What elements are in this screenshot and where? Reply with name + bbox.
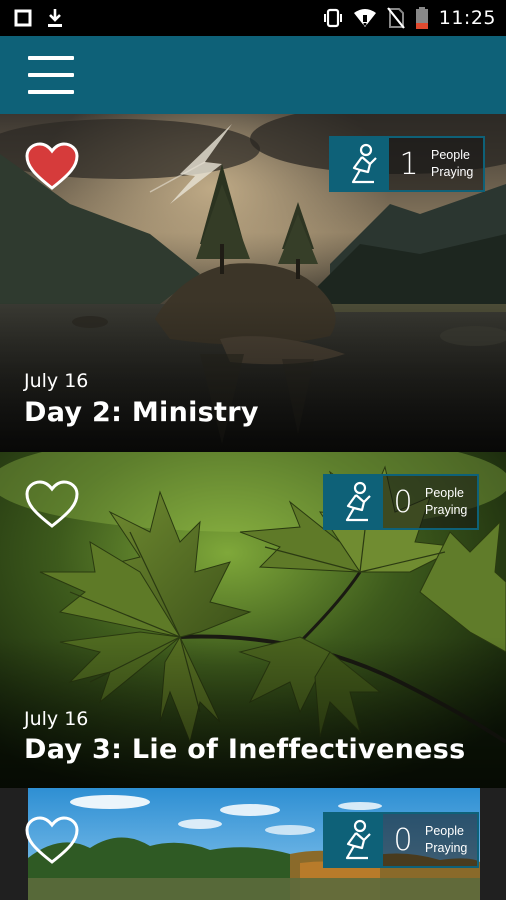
praying-person-icon	[325, 814, 383, 866]
clock: 11:25	[438, 7, 496, 29]
wifi-icon	[353, 9, 376, 27]
favorite-heart-icon[interactable]	[24, 142, 80, 192]
no-sim-icon	[386, 7, 405, 29]
praying-label: People Praying	[425, 824, 468, 855]
devotion-title: Day 2: Ministry	[24, 397, 259, 428]
square-notification-icon	[14, 9, 32, 27]
devotion-title: Day 3: Lie of Ineffectiveness	[24, 734, 466, 765]
hamburger-menu-icon[interactable]	[22, 54, 80, 96]
app-bar	[0, 36, 506, 114]
people-praying-button[interactable]: 1 People Praying	[329, 136, 485, 192]
praying-label: People Praying	[425, 486, 468, 517]
people-praying-button[interactable]: 0 People Praying	[323, 812, 479, 868]
favorite-heart-icon[interactable]	[24, 816, 80, 866]
praying-count: 0	[393, 484, 413, 520]
devotion-card-day-2[interactable]: 1 People Praying July 16 Day 2: Ministry	[0, 114, 506, 452]
battery-icon	[415, 7, 428, 29]
praying-count: 0	[393, 822, 413, 858]
praying-person-icon	[325, 476, 383, 528]
favorite-heart-icon[interactable]	[24, 480, 80, 530]
devotion-date: July 16	[24, 370, 89, 392]
devotion-date: July 16	[24, 708, 89, 730]
praying-count: 1	[399, 146, 419, 182]
devotion-card-day-3[interactable]: 0 People Praying July 16 Day 3: Lie of I…	[0, 452, 506, 788]
praying-label: People Praying	[431, 148, 474, 179]
download-icon	[48, 9, 62, 27]
people-praying-button[interactable]: 0 People Praying	[323, 474, 479, 530]
vibrate-icon	[323, 8, 342, 28]
praying-person-icon	[331, 138, 389, 190]
devotion-card-next[interactable]: 0 People Praying	[0, 788, 506, 900]
status-bar: 11:25	[0, 0, 506, 36]
